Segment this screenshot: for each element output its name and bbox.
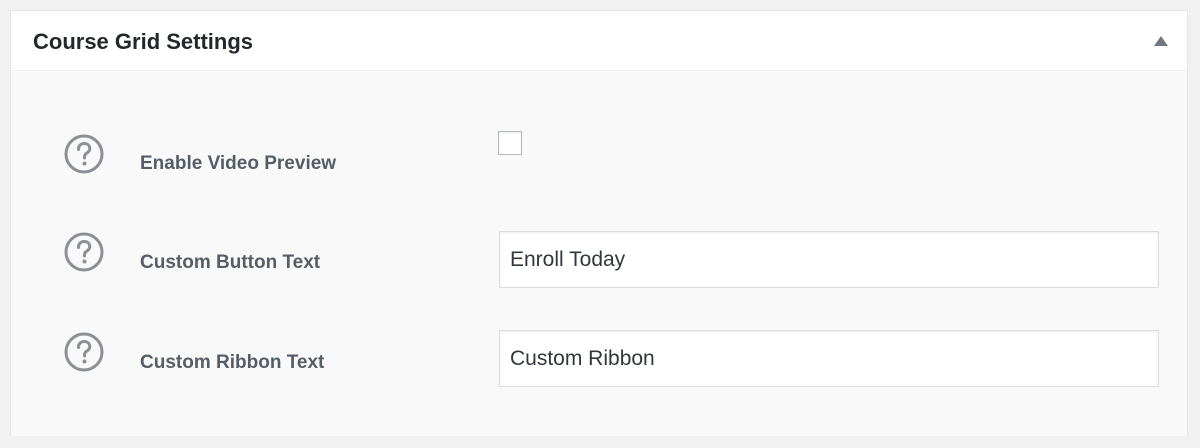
question-circle-icon[interactable] bbox=[64, 232, 104, 272]
field-row-ribbon-text: Custom Ribbon Text bbox=[11, 322, 1187, 387]
custom-ribbon-text-input[interactable] bbox=[499, 330, 1159, 387]
course-grid-settings-panel: Course Grid Settings Enable Video Previe… bbox=[10, 10, 1188, 436]
custom-button-text-input[interactable] bbox=[499, 231, 1159, 288]
panel-body: Enable Video Preview Custom Button Text bbox=[11, 72, 1187, 436]
question-circle-icon[interactable] bbox=[64, 332, 104, 372]
enable-video-preview-checkbox[interactable] bbox=[498, 131, 522, 155]
field-row-video-preview: Enable Video Preview bbox=[11, 122, 1187, 182]
panel-header[interactable]: Course Grid Settings bbox=[11, 11, 1187, 71]
label-custom-ribbon-text: Custom Ribbon Text bbox=[140, 352, 325, 373]
panel-title: Course Grid Settings bbox=[33, 29, 254, 54]
triangle-up-icon bbox=[1154, 36, 1168, 46]
collapse-toggle-button[interactable] bbox=[1149, 31, 1173, 51]
label-custom-button-text: Custom Button Text bbox=[140, 252, 321, 273]
question-circle-icon[interactable] bbox=[64, 134, 104, 174]
label-enable-video-preview: Enable Video Preview bbox=[140, 153, 337, 174]
field-row-button-text: Custom Button Text bbox=[11, 222, 1187, 288]
